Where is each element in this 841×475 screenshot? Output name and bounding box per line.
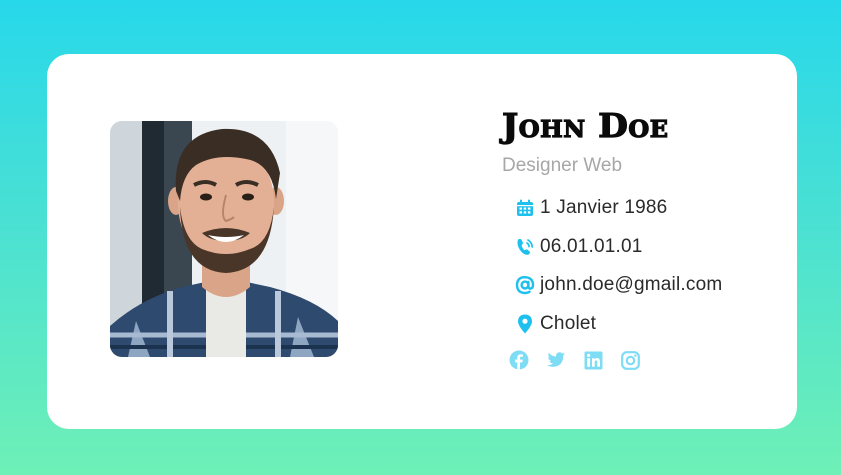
instagram-icon[interactable]	[620, 350, 640, 370]
profile-info: John Doe Designer Web 1 Janvier 1986 06.…	[501, 104, 792, 375]
phone-icon	[514, 236, 536, 258]
profile-name: John Doe	[501, 105, 669, 145]
birth-date-row: 1 Janvier 1986	[514, 189, 792, 228]
email-row: john.doe@gmail.com	[514, 266, 792, 305]
map-pin-icon	[514, 313, 536, 335]
calendar-icon	[514, 197, 536, 219]
profile-photo	[110, 121, 338, 357]
contact-details: 1 Janvier 1986 06.01.01.01 john.doe@gmai…	[502, 189, 792, 343]
city-text: Cholet	[540, 312, 597, 334]
phone-text[interactable]: 06.01.01.01	[540, 236, 643, 258]
twitter-icon[interactable]	[546, 350, 566, 370]
birth-date-text: 1 Janvier 1986	[540, 197, 668, 219]
social-links	[502, 345, 792, 375]
profile-role: Designer Web	[502, 155, 623, 176]
city-row: Cholet	[514, 305, 792, 344]
phone-row: 06.01.01.01	[514, 228, 792, 267]
facebook-icon[interactable]	[509, 350, 529, 370]
at-icon	[514, 274, 536, 296]
email-text[interactable]: john.doe@gmail.com	[540, 274, 722, 296]
profile-card: John Doe Designer Web 1 Janvier 1986 06.…	[47, 54, 797, 429]
linkedin-icon[interactable]	[583, 350, 603, 370]
